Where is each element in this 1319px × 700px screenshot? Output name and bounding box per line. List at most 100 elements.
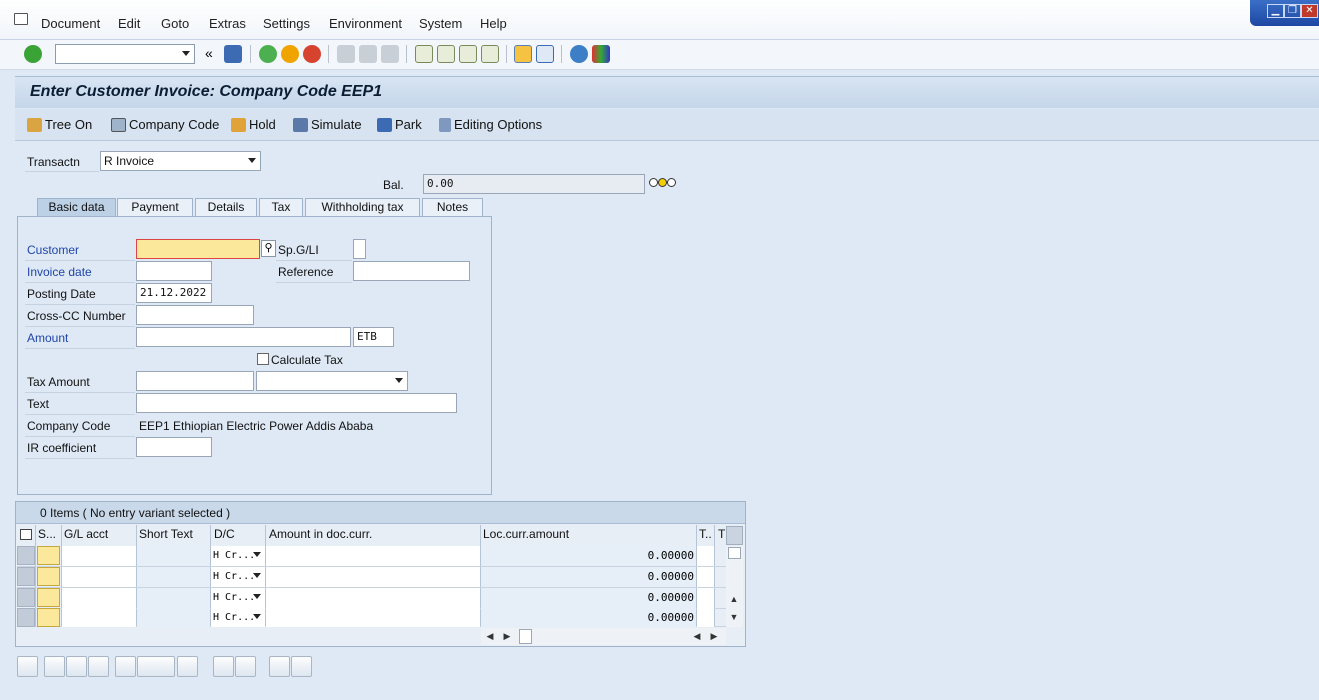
status-cell[interactable] xyxy=(37,567,60,586)
col-gl-acct[interactable]: G/L acct xyxy=(64,527,108,541)
park-button[interactable]: Park xyxy=(377,117,422,132)
reference-field[interactable] xyxy=(353,261,470,281)
filter-icon[interactable] xyxy=(291,656,312,677)
currency-field[interactable]: ETB xyxy=(353,327,394,347)
cross-cc-field[interactable] xyxy=(136,305,254,325)
minimize-icon[interactable]: ▁ xyxy=(1267,4,1284,18)
hold-button[interactable]: Hold xyxy=(231,117,276,132)
copy-icon[interactable] xyxy=(213,656,234,677)
search-icon[interactable]: ⚲ xyxy=(261,240,276,257)
company-code-button[interactable]: Company Code xyxy=(111,117,219,132)
tab-withholding-tax[interactable]: Withholding tax xyxy=(305,198,420,217)
close-icon[interactable]: ✕ xyxy=(1301,4,1318,18)
scroll-right-icon[interactable]: ▶ xyxy=(499,627,515,645)
tax-code-cell[interactable] xyxy=(697,588,714,608)
menu-environment[interactable]: Environment xyxy=(329,16,402,31)
tax-amount-field[interactable] xyxy=(136,371,254,391)
amount-doc-cell[interactable] xyxy=(266,608,480,627)
dc-cell[interactable]: H Cr... xyxy=(211,567,265,587)
gl-acct-cell[interactable] xyxy=(62,546,136,566)
gl-acct-cell[interactable] xyxy=(62,608,136,627)
print-icon[interactable] xyxy=(337,45,355,63)
amount-doc-cell[interactable] xyxy=(266,588,480,608)
tab-tax[interactable]: Tax xyxy=(259,198,303,217)
col-short-text[interactable]: Short Text xyxy=(139,527,193,541)
posting-date-field[interactable]: 21.12.2022 xyxy=(136,283,212,303)
menu-extras[interactable]: Extras xyxy=(209,16,246,31)
row-selector[interactable] xyxy=(17,588,35,607)
tab-details[interactable]: Details xyxy=(195,198,257,217)
transaction-select[interactable]: R Invoice xyxy=(100,151,261,171)
tax-code-select[interactable] xyxy=(256,371,408,391)
amount-doc-cell[interactable] xyxy=(266,546,480,566)
tab-payment[interactable]: Payment xyxy=(117,198,193,217)
vertical-scroll-thumb[interactable] xyxy=(728,547,741,559)
save-icon[interactable] xyxy=(224,45,242,63)
chevron-down-icon[interactable] xyxy=(248,158,256,163)
calculate-tax-checkbox[interactable] xyxy=(257,353,269,365)
dc-cell[interactable]: H Cr... xyxy=(211,588,265,608)
create-session-icon[interactable] xyxy=(514,45,532,63)
tax-code-cell[interactable] xyxy=(697,546,714,566)
last-page-icon[interactable] xyxy=(481,45,499,63)
chevron-down-icon[interactable] xyxy=(253,614,261,619)
column-settings-button[interactable] xyxy=(726,526,743,545)
select-block-icon[interactable] xyxy=(44,656,65,677)
scroll-up-icon[interactable]: ▲ xyxy=(726,590,742,608)
menu-document[interactable]: Document xyxy=(41,16,100,31)
deselect-all-icon[interactable] xyxy=(88,656,109,677)
spgl-field[interactable] xyxy=(353,239,366,259)
sort-icon[interactable] xyxy=(269,656,290,677)
help-icon[interactable] xyxy=(570,45,588,63)
customer-field[interactable] xyxy=(136,239,260,259)
scroll-down-icon[interactable]: ▼ xyxy=(726,608,742,626)
select-all-rows-icon[interactable] xyxy=(66,656,87,677)
chevron-down-icon[interactable] xyxy=(182,51,190,56)
row-selector[interactable] xyxy=(17,567,35,586)
status-cell[interactable] xyxy=(37,546,60,565)
amount-doc-cell[interactable] xyxy=(266,567,480,587)
scroll-left-icon[interactable]: ◀ xyxy=(689,627,705,645)
first-page-icon[interactable] xyxy=(415,45,433,63)
customize-layout-icon[interactable] xyxy=(592,45,610,63)
gl-acct-cell[interactable] xyxy=(62,588,136,608)
find-next-icon[interactable] xyxy=(381,45,399,63)
restore-icon[interactable]: ❐ xyxy=(1284,4,1301,18)
menu-system[interactable]: System xyxy=(419,16,462,31)
menu-help[interactable]: Help xyxy=(480,16,507,31)
dc-cell[interactable]: H Cr... xyxy=(211,608,265,627)
command-field[interactable] xyxy=(55,44,195,64)
details-icon[interactable] xyxy=(17,656,38,677)
menu-icon[interactable] xyxy=(14,13,28,25)
cancel-icon[interactable] xyxy=(303,45,321,63)
col-status[interactable]: S... xyxy=(38,527,56,541)
previous-page-icon[interactable] xyxy=(437,45,455,63)
paste-icon[interactable] xyxy=(235,656,256,677)
row-selector[interactable] xyxy=(17,546,35,565)
menu-settings[interactable]: Settings xyxy=(263,16,310,31)
dc-cell[interactable]: H Cr... xyxy=(211,546,265,566)
select-all-icon[interactable] xyxy=(20,529,32,540)
back-double-arrow[interactable]: « xyxy=(205,45,213,61)
menu-goto[interactable]: Goto xyxy=(161,16,189,31)
insert-row-icon[interactable] xyxy=(115,656,136,677)
back-icon[interactable] xyxy=(259,45,277,63)
row-selector[interactable] xyxy=(17,608,35,627)
col-loc-curr-amount[interactable]: Loc.curr.amount xyxy=(483,527,569,541)
chevron-down-icon[interactable] xyxy=(253,573,261,578)
col-tax-jur[interactable]: T xyxy=(718,527,725,541)
gl-acct-cell[interactable] xyxy=(62,567,136,587)
invoice-date-field[interactable] xyxy=(136,261,212,281)
exit-icon[interactable] xyxy=(281,45,299,63)
tree-on-button[interactable]: Tree On xyxy=(27,117,92,132)
chevron-down-icon[interactable] xyxy=(253,552,261,557)
next-page-icon[interactable] xyxy=(459,45,477,63)
col-amount-doc-curr[interactable]: Amount in doc.curr. xyxy=(269,527,372,541)
shortcut-icon[interactable] xyxy=(536,45,554,63)
tab-basic-data[interactable]: Basic data xyxy=(37,198,116,217)
amount-field[interactable] xyxy=(136,327,351,347)
chevron-down-icon[interactable] xyxy=(395,378,403,383)
scroll-right-icon[interactable]: ▶ xyxy=(706,627,722,645)
editing-options-button[interactable]: Editing Options xyxy=(439,117,542,132)
tax-code-cell[interactable] xyxy=(697,608,714,627)
